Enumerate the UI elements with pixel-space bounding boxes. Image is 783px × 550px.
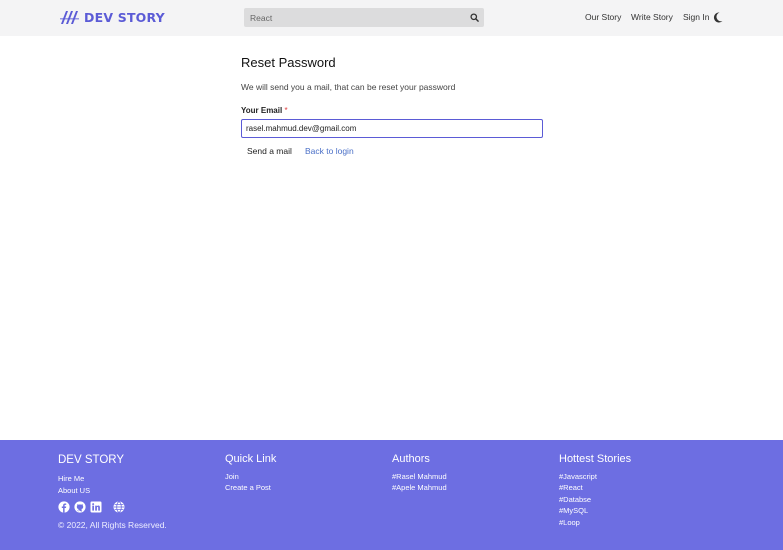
- brand-name: DEV STORY: [84, 10, 165, 25]
- facebook-icon[interactable]: [58, 501, 70, 513]
- social-links: [58, 501, 125, 513]
- footer: DEV STORY Hire Me About US © 2022, All R…: [0, 440, 783, 550]
- search-icon[interactable]: [465, 8, 484, 27]
- required-mark: *: [284, 106, 288, 115]
- nav-write-story[interactable]: Write Story: [631, 12, 673, 22]
- footer-heading-authors: Authors: [392, 453, 430, 465]
- back-to-login-link[interactable]: Back to login: [305, 146, 354, 156]
- footer-tag-link[interactable]: #React: [559, 483, 583, 492]
- search-input[interactable]: React: [244, 13, 465, 23]
- footer-heading-quick-link: Quick Link: [225, 453, 277, 465]
- nav-our-story[interactable]: Our Story: [585, 12, 621, 22]
- github-icon[interactable]: [74, 501, 86, 513]
- send-mail-button[interactable]: Send a mail: [241, 144, 298, 158]
- footer-link-create-post[interactable]: Create a Post: [225, 483, 271, 492]
- nav-sign-in[interactable]: Sign In: [683, 12, 709, 22]
- copyright-text: © 2022, All Rights Reserved.: [58, 520, 167, 530]
- footer-tag-link[interactable]: #MySQL: [559, 506, 588, 515]
- footer-author-link[interactable]: #Apele Mahmud: [392, 483, 447, 492]
- brand-logo[interactable]: DEV STORY: [60, 10, 165, 25]
- email-field[interactable]: [241, 119, 543, 138]
- footer-tag-link[interactable]: #Databse: [559, 495, 591, 504]
- globe-icon[interactable]: [113, 501, 125, 513]
- page-title: Reset Password: [241, 55, 336, 70]
- search-bar[interactable]: React: [244, 8, 484, 27]
- dark-mode-moon-icon[interactable]: [713, 12, 723, 23]
- logo-icon: [60, 11, 79, 24]
- email-label-text: Your Email: [241, 106, 283, 115]
- footer-heading-hottest-stories: Hottest Stories: [559, 453, 632, 465]
- email-label: Your Email *: [241, 106, 288, 115]
- page-subtitle: We will send you a mail, that can be res…: [241, 82, 456, 92]
- footer-author-link[interactable]: #Rasel Mahmud: [392, 472, 447, 481]
- footer-link-about-us[interactable]: About US: [58, 486, 90, 495]
- footer-brand: DEV STORY: [58, 454, 125, 466]
- footer-tag-link[interactable]: #Loop: [559, 518, 580, 527]
- top-navbar: DEV STORY React Our Story Write Story Si…: [0, 0, 783, 36]
- footer-link-join[interactable]: Join: [225, 472, 239, 481]
- linkedin-icon[interactable]: [90, 501, 102, 513]
- footer-link-hire-me[interactable]: Hire Me: [58, 474, 84, 483]
- footer-tag-link[interactable]: #Javascript: [559, 472, 597, 481]
